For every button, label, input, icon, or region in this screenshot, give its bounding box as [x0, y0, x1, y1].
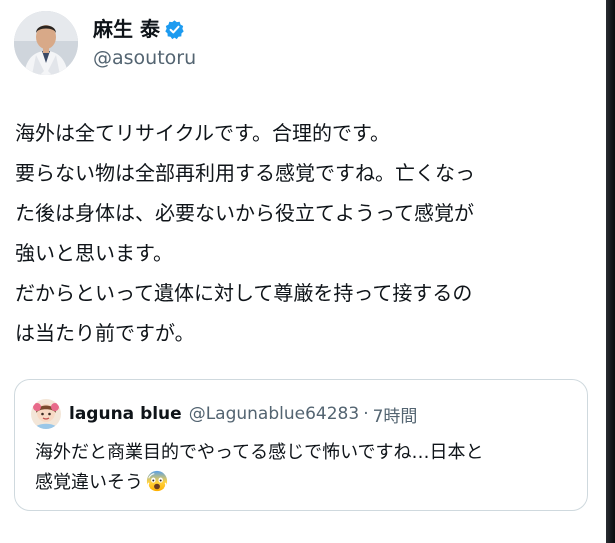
quoted-post-text-segment: 感覚違いそう [35, 472, 143, 493]
quoted-author-avatar [31, 399, 61, 429]
author-name-block: 麻生 泰 @asoutoru [93, 15, 196, 71]
author-display-name[interactable]: 麻生 泰 [93, 15, 160, 43]
window-edge [606, 0, 615, 543]
quoted-post-text-line: 海外だと商業目的でやってる感じで怖いですね…日本と [35, 442, 484, 463]
post-text-line: だからといって遺体に対して尊厳を持って接するの [15, 281, 473, 305]
quoted-post-separator: · [363, 404, 369, 424]
post-text: 海外は全てリサイクルです。合理的です。 要らない物は全部再利用する感覚ですね。亡… [15, 113, 585, 353]
verified-badge-icon[interactable] [164, 19, 185, 40]
post-text-line: た後は身体は、必要ないから役立てようって感覚が [15, 201, 474, 225]
fearful-face-emoji-icon [146, 470, 168, 492]
quoted-author-display-name: laguna blue [69, 404, 182, 424]
post-text-line: は当たり前ですが。 [15, 321, 195, 345]
quoted-author-handle: @Lagunablue64283 [188, 404, 360, 424]
quoted-post-header: laguna blue @Lagunablue64283 · 7時間 [31, 399, 417, 429]
post-header: 麻生 泰 @asoutoru [14, 11, 196, 75]
quoted-post-card[interactable]: laguna blue @Lagunablue64283 · 7時間 海外だと商… [14, 379, 588, 511]
post-text-line: 海外は全てリサイクルです。合理的です。 [15, 121, 390, 145]
author-avatar[interactable] [14, 11, 78, 75]
post-text-line: 要らない物は全部再利用する感覚ですね。亡くなっ [15, 161, 475, 185]
quoted-post-text-line: 感覚違いそう [35, 468, 575, 498]
quoted-post-timestamp: 7時間 [372, 406, 418, 427]
post-view: 麻生 泰 @asoutoru 海外は全てリサイクルです。合理的です。 要らない物… [0, 0, 615, 543]
author-handle[interactable]: @asoutoru [93, 45, 196, 71]
quoted-post-text: 海外だと商業目的でやってる感じで怖いですね…日本と 感覚違いそう [35, 438, 575, 498]
post-text-line: 強いと思います。 [15, 241, 173, 265]
author-name-row: 麻生 泰 [93, 15, 196, 43]
